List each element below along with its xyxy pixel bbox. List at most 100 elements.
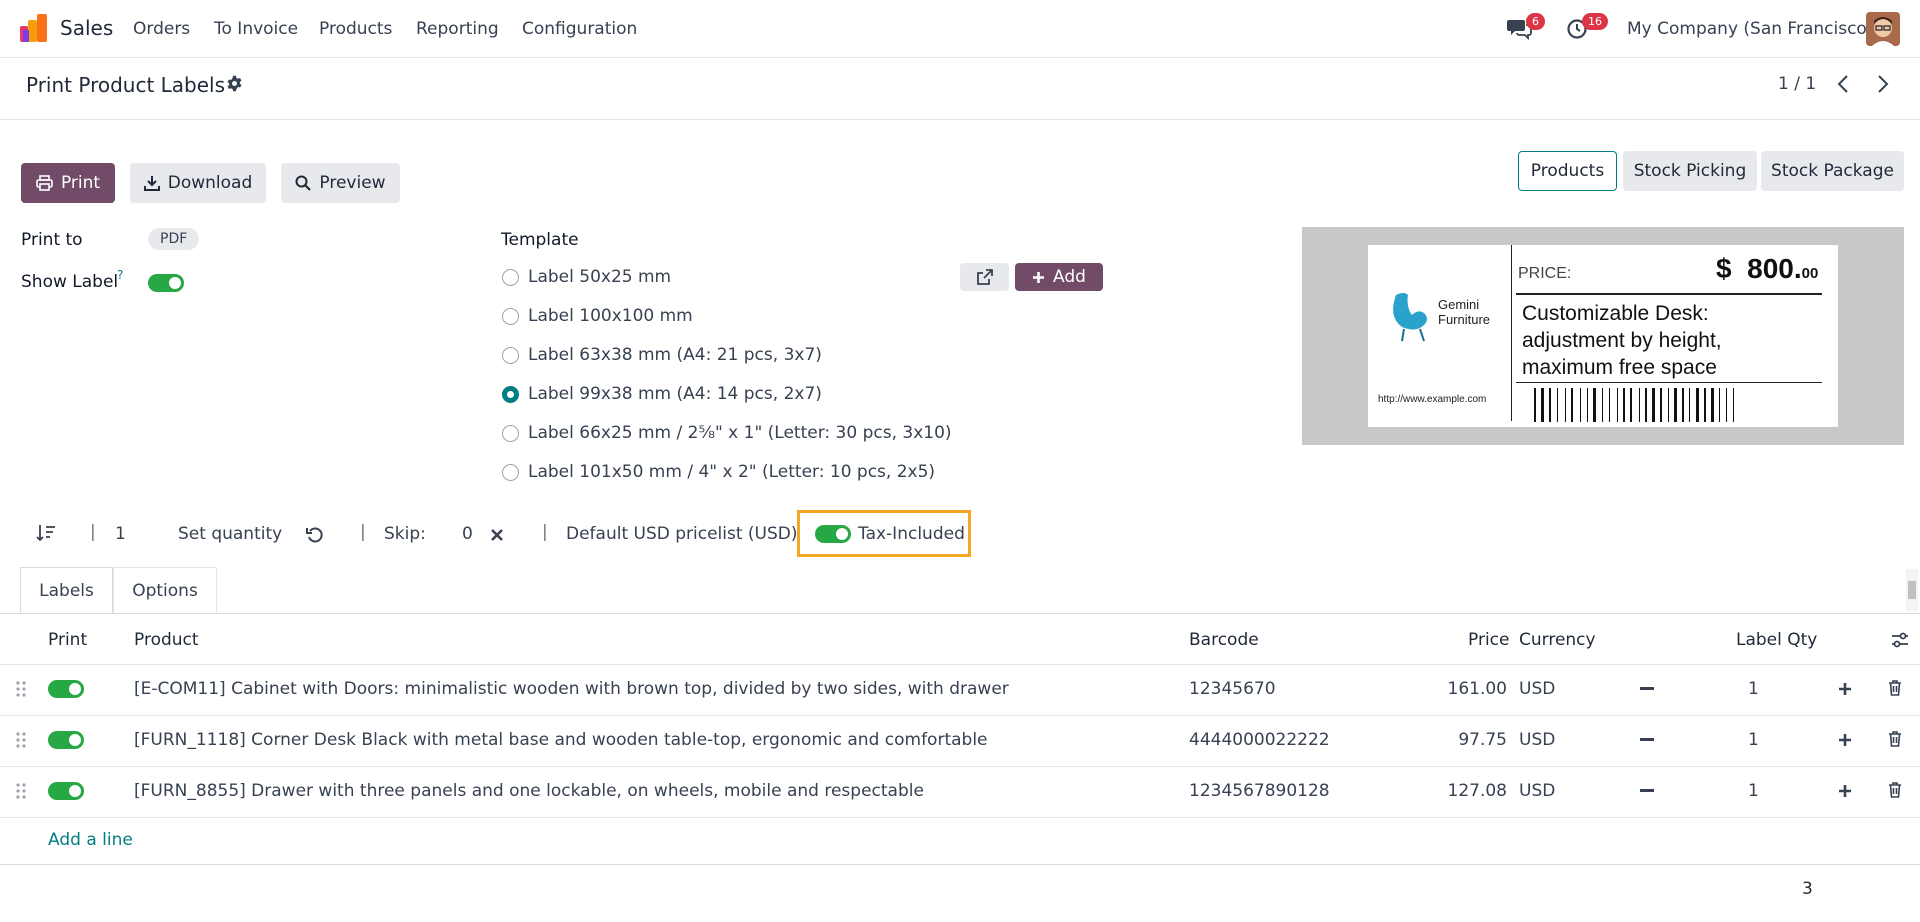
row-barcode[interactable]: 4444000022222: [1189, 730, 1330, 750]
menu-to-invoice[interactable]: To Invoice: [214, 19, 298, 39]
drag-handle-icon[interactable]: [16, 680, 26, 698]
skip-input[interactable]: 0: [462, 524, 473, 544]
template-option-4[interactable]: Label 99x38 mm (A4: 14 pcs, 2x7): [528, 384, 822, 404]
row-product[interactable]: [FURN_8855] Drawer with three panels and…: [134, 781, 924, 801]
row-print-toggle[interactable]: [48, 680, 84, 698]
plus-icon[interactable]: [1838, 784, 1852, 798]
row-product[interactable]: [E-COM11] Cabinet with Doors: minimalist…: [134, 679, 1009, 699]
plus-icon[interactable]: [1838, 733, 1852, 747]
column-settings-icon[interactable]: [1891, 632, 1909, 648]
chevron-left-icon[interactable]: [1836, 74, 1850, 94]
toolbar-separator: |: [90, 522, 96, 542]
menu-products[interactable]: Products: [319, 19, 392, 39]
row-label-qty[interactable]: 1: [1748, 679, 1759, 699]
reset-icon[interactable]: [306, 526, 324, 544]
menu-orders[interactable]: Orders: [133, 19, 190, 39]
tab-products[interactable]: Products: [1518, 151, 1617, 191]
help-tooltip-icon[interactable]: ?: [117, 268, 123, 282]
row-price[interactable]: 161.00: [1435, 679, 1507, 699]
label-vertical-divider: [1511, 245, 1512, 421]
header-barcode[interactable]: Barcode: [1189, 630, 1259, 650]
plus-icon: [1033, 271, 1045, 283]
row-currency[interactable]: USD: [1519, 730, 1555, 750]
close-icon[interactable]: [490, 528, 504, 542]
row-price[interactable]: 97.75: [1435, 730, 1507, 750]
app-name[interactable]: Sales: [60, 16, 113, 40]
template-radio-4[interactable]: [502, 386, 519, 403]
template-option-1[interactable]: Label 50x25 mm: [528, 267, 671, 287]
preview-button-label: Preview: [319, 173, 386, 193]
drag-handle-icon[interactable]: [16, 782, 26, 800]
tax-included-toggle[interactable]: [815, 525, 851, 543]
minus-icon[interactable]: [1640, 738, 1654, 742]
chevron-right-icon[interactable]: [1876, 74, 1890, 94]
tab-stock-package[interactable]: Stock Package: [1761, 151, 1904, 191]
trash-icon[interactable]: [1888, 680, 1902, 696]
template-radio-3[interactable]: [502, 347, 519, 364]
header-currency[interactable]: Currency: [1519, 630, 1596, 650]
pricelist-field[interactable]: Default USD pricelist (USD): [566, 524, 798, 544]
row-divider: [0, 715, 1920, 716]
template-radio-5[interactable]: [502, 425, 519, 442]
minus-icon[interactable]: [1640, 687, 1654, 691]
trash-icon[interactable]: [1888, 782, 1902, 798]
print-to-pdf-badge[interactable]: PDF: [148, 228, 200, 250]
pager-value[interactable]: 1 / 1: [1778, 74, 1816, 94]
row-barcode[interactable]: 1234567890128: [1189, 781, 1330, 801]
template-radio-6[interactable]: [502, 464, 519, 481]
total-label-qty: 3: [1802, 879, 1813, 899]
user-avatar[interactable]: [1866, 12, 1900, 46]
label-url: http://www.example.com: [1378, 394, 1487, 405]
download-button[interactable]: Download: [130, 163, 266, 203]
add-line-link[interactable]: Add a line: [48, 830, 133, 850]
print-button-label: Print: [60, 173, 101, 193]
preview-button[interactable]: Preview: [281, 163, 400, 203]
menu-configuration[interactable]: Configuration: [522, 19, 637, 39]
row-product[interactable]: [FURN_1118] Corner Desk Black with metal…: [134, 730, 988, 750]
plus-icon[interactable]: [1838, 682, 1852, 696]
row-label-qty[interactable]: 1: [1748, 730, 1759, 750]
row-label-qty[interactable]: 1: [1748, 781, 1759, 801]
header-product[interactable]: Product: [134, 630, 199, 650]
barcode-icon: [1534, 388, 1806, 422]
template-option-5[interactable]: Label 66x25 mm / 2⅝" x 1" (Letter: 30 pc…: [528, 423, 952, 443]
set-quantity-button[interactable]: Set quantity: [178, 524, 282, 544]
row-print-toggle[interactable]: [48, 782, 84, 800]
drag-handle-icon[interactable]: [16, 731, 26, 749]
tab-options[interactable]: Options: [113, 567, 217, 614]
tab-stock-picking[interactable]: Stock Picking: [1623, 151, 1757, 191]
barcode-divider: [1516, 382, 1822, 383]
row-barcode[interactable]: 12345670: [1189, 679, 1276, 699]
sales-app-logo-icon[interactable]: [20, 14, 48, 42]
print-button[interactable]: Print: [21, 163, 115, 203]
open-template-button[interactable]: [960, 263, 1009, 291]
template-option-2[interactable]: Label 100x100 mm: [528, 306, 693, 326]
gear-icon[interactable]: [226, 75, 243, 92]
template-option-6[interactable]: Label 101x50 mm / 4" x 2" (Letter: 10 pc…: [528, 462, 935, 482]
brand-line-1: Gemini: [1438, 297, 1480, 312]
row-currency[interactable]: USD: [1519, 781, 1555, 801]
header-print[interactable]: Print: [48, 630, 87, 650]
row-price[interactable]: 127.08: [1435, 781, 1507, 801]
footer-divider: [0, 864, 1920, 865]
download-icon: [143, 176, 160, 191]
sort-icon[interactable]: [36, 523, 56, 543]
template-radio-2[interactable]: [502, 308, 519, 325]
header-label-qty[interactable]: Label Qty: [1736, 630, 1817, 650]
scrollbar[interactable]: [1906, 569, 1918, 611]
price-main: 800.: [1747, 253, 1802, 284]
trash-icon[interactable]: [1888, 731, 1902, 747]
template-option-3[interactable]: Label 63x38 mm (A4: 21 pcs, 3x7): [528, 345, 822, 365]
header-divider: [0, 664, 1920, 665]
quantity-input[interactable]: 1: [115, 524, 126, 544]
tab-labels[interactable]: Labels: [20, 567, 113, 614]
minus-icon[interactable]: [1640, 789, 1654, 793]
menu-reporting[interactable]: Reporting: [416, 19, 499, 39]
template-radio-1[interactable]: [502, 269, 519, 286]
company-switcher[interactable]: My Company (San Francisco): [1627, 19, 1873, 39]
row-print-toggle[interactable]: [48, 731, 84, 749]
row-currency[interactable]: USD: [1519, 679, 1555, 699]
show-label-toggle[interactable]: [148, 274, 184, 292]
header-price[interactable]: Price: [1468, 630, 1509, 650]
add-template-button[interactable]: Add: [1015, 263, 1103, 291]
